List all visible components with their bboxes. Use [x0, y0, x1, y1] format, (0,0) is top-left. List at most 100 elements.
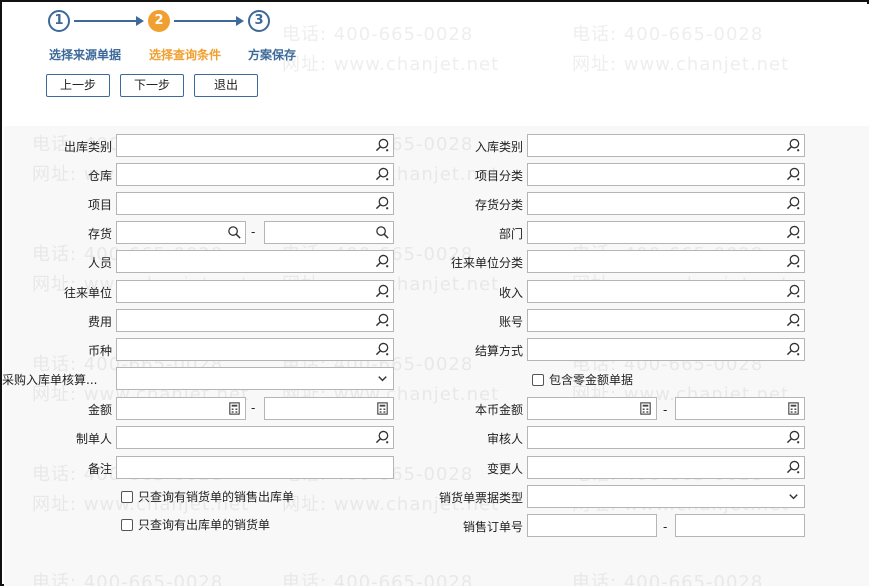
partner-field[interactable] [116, 280, 394, 303]
department-label: 部门 [498, 227, 523, 241]
inbound-type-field[interactable] [527, 134, 805, 157]
step-connector [74, 20, 138, 22]
search-ref-icon[interactable] [375, 138, 390, 153]
search-ref-icon[interactable] [375, 196, 390, 211]
step-3-circle: 3 [248, 10, 270, 32]
calculator-icon[interactable] [375, 401, 390, 416]
reviewer-label: 审核人 [486, 432, 523, 446]
calculator-icon[interactable] [786, 401, 801, 416]
chevron-down-icon[interactable] [786, 489, 801, 504]
next-step-button[interactable]: 下一步 [120, 74, 184, 97]
inventory-category-label: 存货分类 [474, 198, 523, 212]
warehouse-label: 仓库 [87, 169, 112, 183]
project-label: 项目 [87, 198, 112, 212]
search-ref-icon[interactable] [786, 196, 801, 211]
search-ref-icon[interactable] [786, 138, 801, 153]
invoice-type-label: 销货单票据类型 [438, 491, 523, 505]
search-ref-icon[interactable] [375, 313, 390, 328]
remark-field[interactable] [116, 456, 394, 479]
search-ref-icon[interactable] [375, 284, 390, 299]
amount-to-field[interactable] [264, 397, 394, 420]
search-ref-icon[interactable] [375, 430, 390, 445]
department-field[interactable] [527, 221, 805, 244]
creator-label: 制单人 [75, 432, 112, 446]
search-ref-icon[interactable] [375, 167, 390, 182]
sales-order-no-to-field[interactable] [675, 514, 805, 537]
calculator-icon[interactable] [227, 401, 242, 416]
step-1-circle: 1 [48, 10, 70, 32]
only-sales-invoice-checkbox[interactable] [121, 491, 133, 503]
arrow-right-icon [136, 16, 144, 26]
reviewer-field[interactable] [527, 426, 805, 449]
inventory-to-field[interactable] [264, 221, 394, 244]
person-field[interactable] [116, 250, 394, 273]
only-outbound-checkbox[interactable] [121, 519, 133, 531]
range-separator: - [663, 520, 668, 534]
wizard-header: 1 2 3 选择来源单据 选择查询条件 方案保存 上一步 下一步 退出 [4, 4, 869, 126]
income-label: 收入 [498, 286, 523, 300]
search-ref-icon[interactable] [375, 342, 390, 357]
search-ref-icon[interactable] [786, 430, 801, 445]
warehouse-field[interactable] [116, 163, 394, 186]
only-outbound-label: 只查询有出库单的销货单 [138, 518, 271, 532]
amount-label: 金额 [87, 403, 112, 417]
expense-label: 费用 [87, 315, 112, 329]
step-3-label: 方案保存 [248, 48, 297, 62]
currency-label: 币种 [87, 344, 112, 358]
partner-category-label: 往来单位分类 [450, 256, 523, 270]
prev-step-button[interactable]: 上一步 [46, 74, 110, 97]
purchase-inbound-select[interactable] [116, 367, 394, 390]
sales-order-no-from-field[interactable] [527, 514, 657, 537]
outbound-type-field[interactable] [116, 134, 394, 157]
search-ref-icon[interactable] [786, 254, 801, 269]
local-amount-from-field[interactable] [527, 397, 657, 420]
search-ref-icon[interactable] [786, 284, 801, 299]
settlement-method-label: 结算方式 [474, 344, 523, 358]
include-zero-checkbox[interactable] [532, 374, 544, 386]
range-separator: - [251, 225, 256, 239]
arrow-right-icon [236, 16, 244, 26]
modifier-label: 变更人 [486, 462, 523, 476]
inventory-category-field[interactable] [527, 192, 805, 215]
search-ref-icon[interactable] [786, 225, 801, 240]
sales-order-no-label: 销售订单号 [462, 520, 523, 534]
amount-from-field[interactable] [116, 397, 246, 420]
include-zero-label: 包含零金额单据 [549, 373, 634, 387]
chevron-down-icon[interactable] [375, 371, 390, 386]
search-icon[interactable] [375, 225, 390, 240]
local-amount-to-field[interactable] [675, 397, 805, 420]
currency-field[interactable] [116, 338, 394, 361]
partner-category-field[interactable] [527, 250, 805, 273]
local-amount-label: 本币金额 [474, 403, 523, 417]
inbound-type-label: 入库类别 [474, 140, 523, 154]
outbound-type-label: 出库类别 [63, 140, 112, 154]
modifier-field[interactable] [527, 456, 805, 479]
partner-label: 往来单位 [63, 286, 112, 300]
settlement-method-field[interactable] [527, 338, 805, 361]
creator-field[interactable] [116, 426, 394, 449]
search-ref-icon[interactable] [375, 254, 390, 269]
search-ref-icon[interactable] [786, 460, 801, 475]
search-ref-icon[interactable] [786, 342, 801, 357]
account-label: 账号 [498, 315, 523, 329]
expense-field[interactable] [116, 309, 394, 332]
inventory-from-field[interactable] [116, 221, 246, 244]
step-connector [174, 20, 238, 22]
project-category-field[interactable] [527, 163, 805, 186]
search-ref-icon[interactable] [786, 167, 801, 182]
invoice-type-select[interactable] [527, 485, 805, 508]
purchase-inbound-label: 采购入库单核算... [2, 373, 98, 387]
step-1-label: 选择来源单据 [49, 48, 122, 62]
account-field[interactable] [527, 309, 805, 332]
step-2-label: 选择查询条件 [149, 48, 222, 62]
remark-label: 备注 [87, 462, 112, 476]
search-ref-icon[interactable] [786, 313, 801, 328]
exit-button[interactable]: 退出 [194, 74, 258, 97]
project-field[interactable] [116, 192, 394, 215]
calculator-icon[interactable] [638, 401, 653, 416]
search-icon[interactable] [227, 225, 242, 240]
range-separator: - [251, 401, 256, 415]
person-label: 人员 [87, 256, 112, 270]
income-field[interactable] [527, 280, 805, 303]
step-2-circle: 2 [148, 10, 170, 32]
